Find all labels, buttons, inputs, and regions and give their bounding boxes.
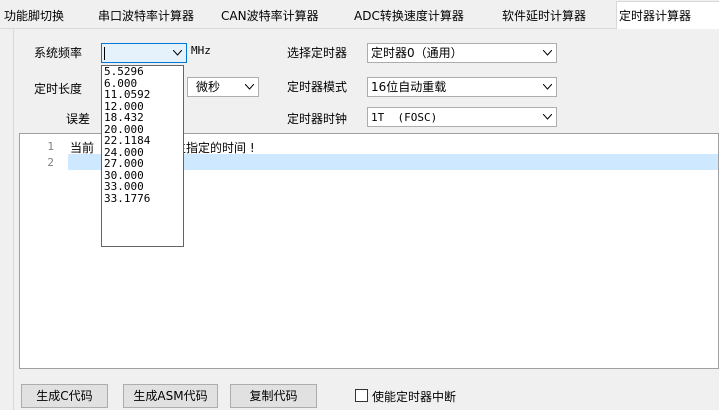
freq-option[interactable]: 5.5296 xyxy=(102,66,183,78)
copy-code-button[interactable]: 复制代码 xyxy=(230,384,317,408)
tab-strip: 功能脚切换 串口波特率计算器 CAN波特率计算器 ADC转换速度计算器 软件延时… xyxy=(0,0,719,30)
chevron-down-icon xyxy=(543,84,552,90)
timer-mode-combo[interactable]: 16位自动重载 xyxy=(367,77,557,97)
freq-option[interactable]: 18.432 xyxy=(102,112,183,124)
freq-option[interactable]: 33.000 xyxy=(102,181,183,193)
timer-clock-value: 1T (FOSC) xyxy=(371,111,438,124)
freq-option[interactable]: 22.1184 xyxy=(102,135,183,147)
freq-unit: MHz xyxy=(191,44,211,57)
timer-clock-combo[interactable]: 1T (FOSC) xyxy=(367,107,557,127)
code-line-1-end: 生指定的时间 ! xyxy=(174,141,255,155)
chevron-down-icon xyxy=(543,50,552,56)
timer-mode-value: 16位自动重载 xyxy=(371,80,447,94)
freq-dropdown-list[interactable]: 5.5296 6.000 11.0592 12.000 18.432 20.00… xyxy=(101,65,184,247)
chevron-down-icon xyxy=(173,50,182,56)
chevron-down-icon xyxy=(245,84,254,90)
tab-can-baud[interactable]: CAN波特率计算器 xyxy=(219,5,321,27)
freq-option[interactable]: 33.1776 xyxy=(102,192,183,205)
timer-mode-dropdown-button[interactable] xyxy=(539,78,556,96)
timer-clock-dropdown-button[interactable] xyxy=(539,108,556,126)
length-unit-combo[interactable]: 微秒 xyxy=(187,77,259,97)
timer-select-label: 选择定时器 xyxy=(287,46,348,60)
code-line-1-start: 当前 xyxy=(70,141,95,155)
timer-clock-label: 定时器时钟 xyxy=(287,112,348,126)
text-caret xyxy=(104,47,105,60)
tab-adc-speed[interactable]: ADC转换速度计算器 xyxy=(352,5,466,27)
timer-select-value: 定时器0（通用） xyxy=(371,46,463,60)
line-number: 2 xyxy=(47,156,54,169)
length-label: 定时长度 xyxy=(34,82,83,96)
tab-software-delay[interactable]: 软件延时计算器 xyxy=(500,5,588,27)
freq-option[interactable]: 11.0592 xyxy=(102,89,183,101)
freq-combo[interactable] xyxy=(101,43,187,63)
freq-label: 系统频率 xyxy=(34,46,83,60)
enable-interrupt-checkbox[interactable] xyxy=(355,389,368,402)
line-number: 1 xyxy=(47,140,54,153)
timer-mode-label: 定时器模式 xyxy=(287,80,348,94)
error-label: 误差 xyxy=(66,112,91,126)
enable-interrupt-label[interactable]: 使能定时器中断 xyxy=(372,388,456,405)
freq-option[interactable]: 27.000 xyxy=(102,158,183,170)
timer-select-dropdown-button[interactable] xyxy=(539,44,556,62)
tab-timer-calculator[interactable]: 定时器计算器 xyxy=(616,1,719,30)
length-unit-dropdown-button[interactable] xyxy=(241,78,258,96)
tab-pin-switch[interactable]: 功能脚切换 xyxy=(2,5,66,27)
tab-uart-baud[interactable]: 串口波特率计算器 xyxy=(96,5,196,27)
timer-select-combo[interactable]: 定时器0（通用） xyxy=(367,43,557,63)
length-unit-value: 微秒 xyxy=(196,80,221,94)
line-number-gutter: 1 2 xyxy=(20,134,63,368)
chevron-down-icon xyxy=(543,114,552,120)
freq-dropdown-button[interactable] xyxy=(169,44,186,62)
generate-asm-code-button[interactable]: 生成ASM代码 xyxy=(123,384,218,408)
generate-c-code-button[interactable]: 生成C代码 xyxy=(21,384,108,408)
